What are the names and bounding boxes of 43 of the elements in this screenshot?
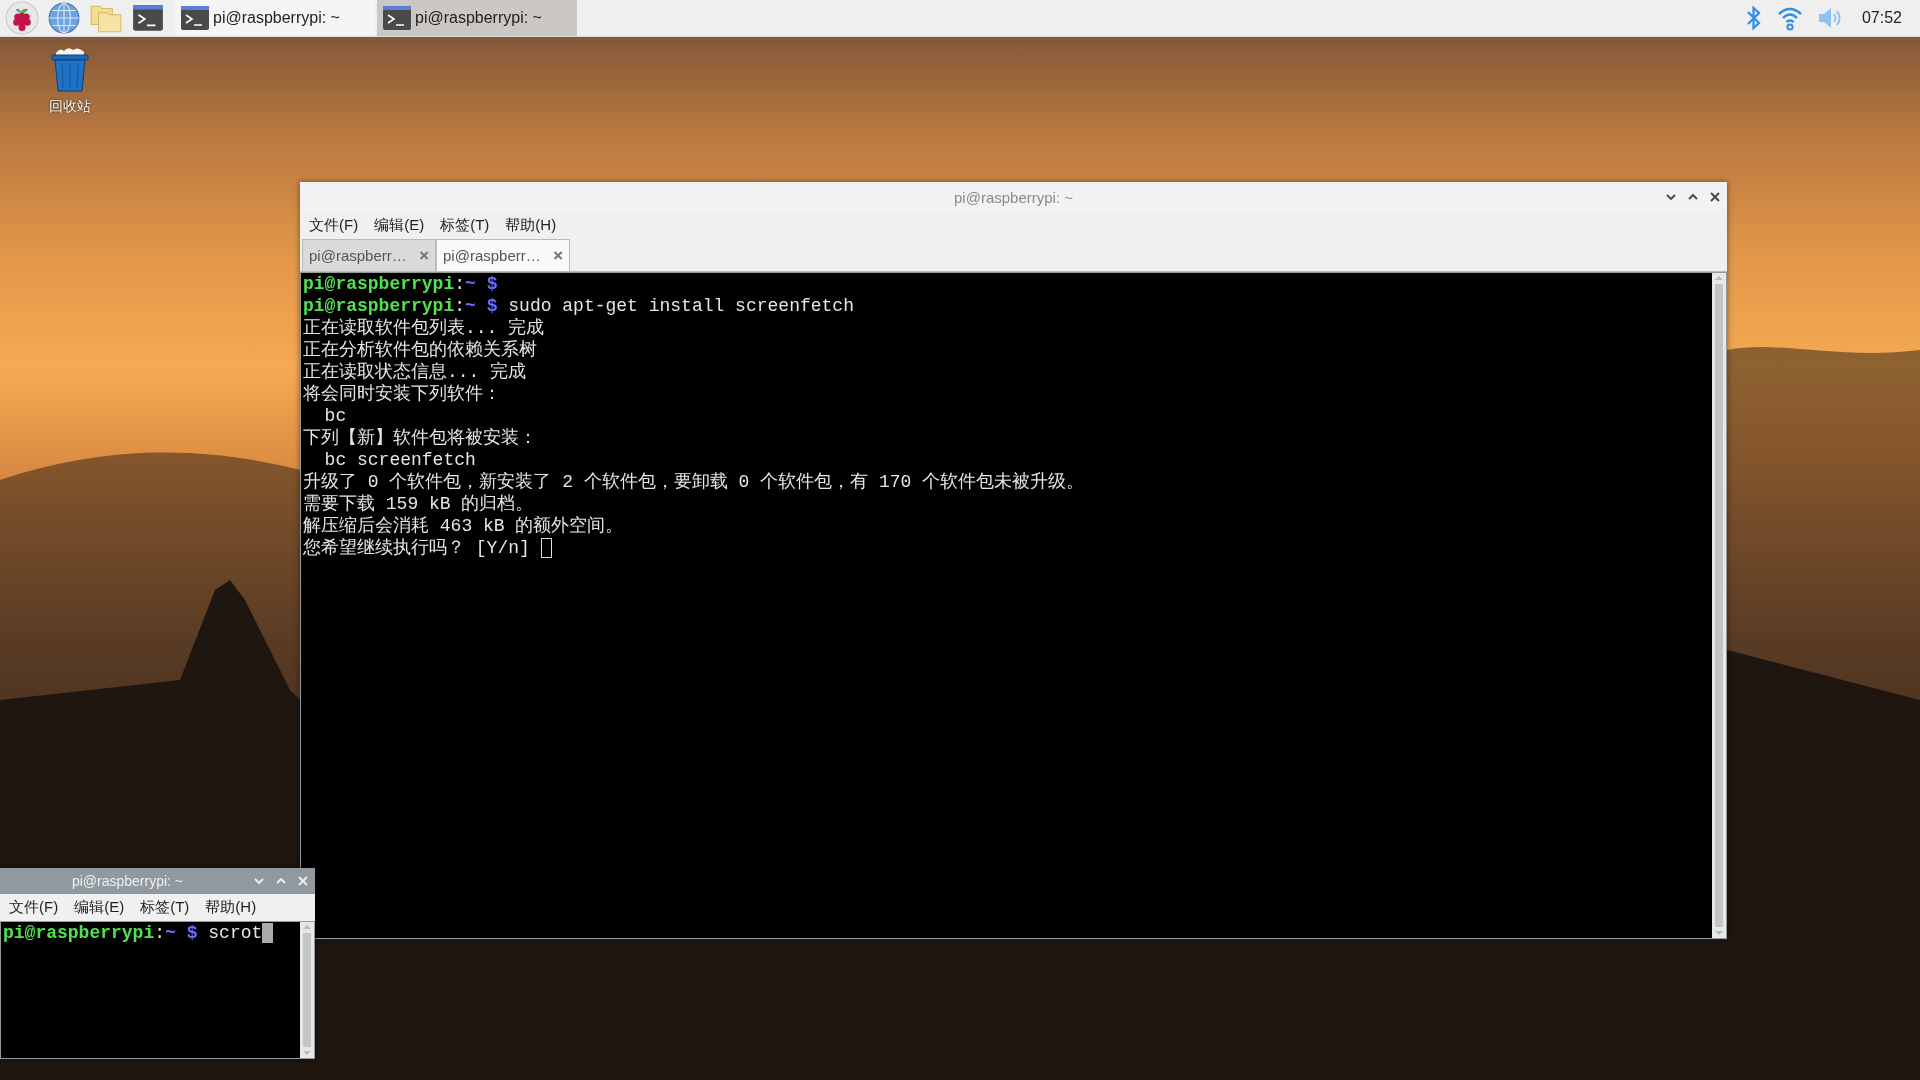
terminal-tab[interactable]: pi@raspberr… [436,239,570,271]
terminal-line: pi@raspberrypi:~ $ [303,273,498,295]
close-tab-icon[interactable] [418,250,429,261]
menu-item[interactable]: 帮助(H) [505,216,557,235]
scroll-up-icon[interactable] [1714,275,1724,281]
menu-item[interactable]: 文件(F) [9,898,59,917]
taskbar-window-button[interactable]: pi@raspberrypi: ~ [377,0,577,36]
terminal-line: 正在读取状态信息... 完成 [303,361,527,383]
terminal-screen[interactable]: pi@raspberrypi:~ $ scrot [1,922,300,1058]
globe-icon[interactable] [47,1,81,35]
minimize-icon[interactable] [1665,191,1677,203]
terminal-line: bc [323,405,347,427]
close-tab-icon[interactable] [552,250,563,261]
terminal-line: 正在读取软件包列表... 完成 [303,317,545,339]
terminal-line: 升级了 0 个软件包，新安装了 2 个软件包，要卸载 0 个软件包，有 170 个软件包未被升级。 [303,471,1085,493]
menu-item[interactable]: 文件(F) [309,216,359,235]
taskbar-window-button[interactable]: pi@raspberrypi: ~ [175,0,375,36]
terminal-tab[interactable]: pi@raspberr… [302,239,436,271]
scroll-down-icon[interactable] [1714,930,1724,936]
raspberry-icon[interactable] [5,1,39,35]
menu-item[interactable]: 标签(T) [140,898,190,917]
window-title: pi@raspberrypi: ~ [954,188,1073,206]
terminal-line: 需要下载 159 kB 的归档。 [303,493,534,515]
menu-item[interactable]: 帮助(H) [205,898,257,917]
terminal-line: pi@raspberrypi:~ $ sudo apt-get install screenfetch [303,295,854,317]
clock-text[interactable]: 07:52 [1861,9,1902,27]
menu-item[interactable]: 标签(T) [440,216,490,235]
terminal-line: bc screenfetch [323,449,476,471]
desktop-icon-label[interactable]: 回收站 [49,98,91,116]
menu-item[interactable]: 编辑(E) [74,898,125,917]
terminal-line: 解压缩后会消耗 463 kB 的额外空间。 [303,515,624,537]
scrollbar[interactable] [300,922,314,1058]
menu-item[interactable]: 编辑(E) [374,216,425,235]
terminal-line: 您希望继续执行吗？ [Y/n] [303,537,531,559]
scroll-down-icon[interactable] [302,1050,312,1056]
close-icon[interactable] [1709,191,1721,203]
window-title: pi@raspberrypi: ~ [71,873,184,889]
terminal-line: 下列【新】软件包将被安装： [303,427,537,449]
scrollbar[interactable] [1712,273,1726,938]
terminal-line: 正在分析软件包的依赖关系树 [303,339,537,361]
scroll-up-icon[interactable] [302,924,312,930]
terminal-line: pi@raspberrypi:~ $ scrot [3,922,263,944]
terminal-line: 将会同时安装下列软件： [303,383,501,405]
